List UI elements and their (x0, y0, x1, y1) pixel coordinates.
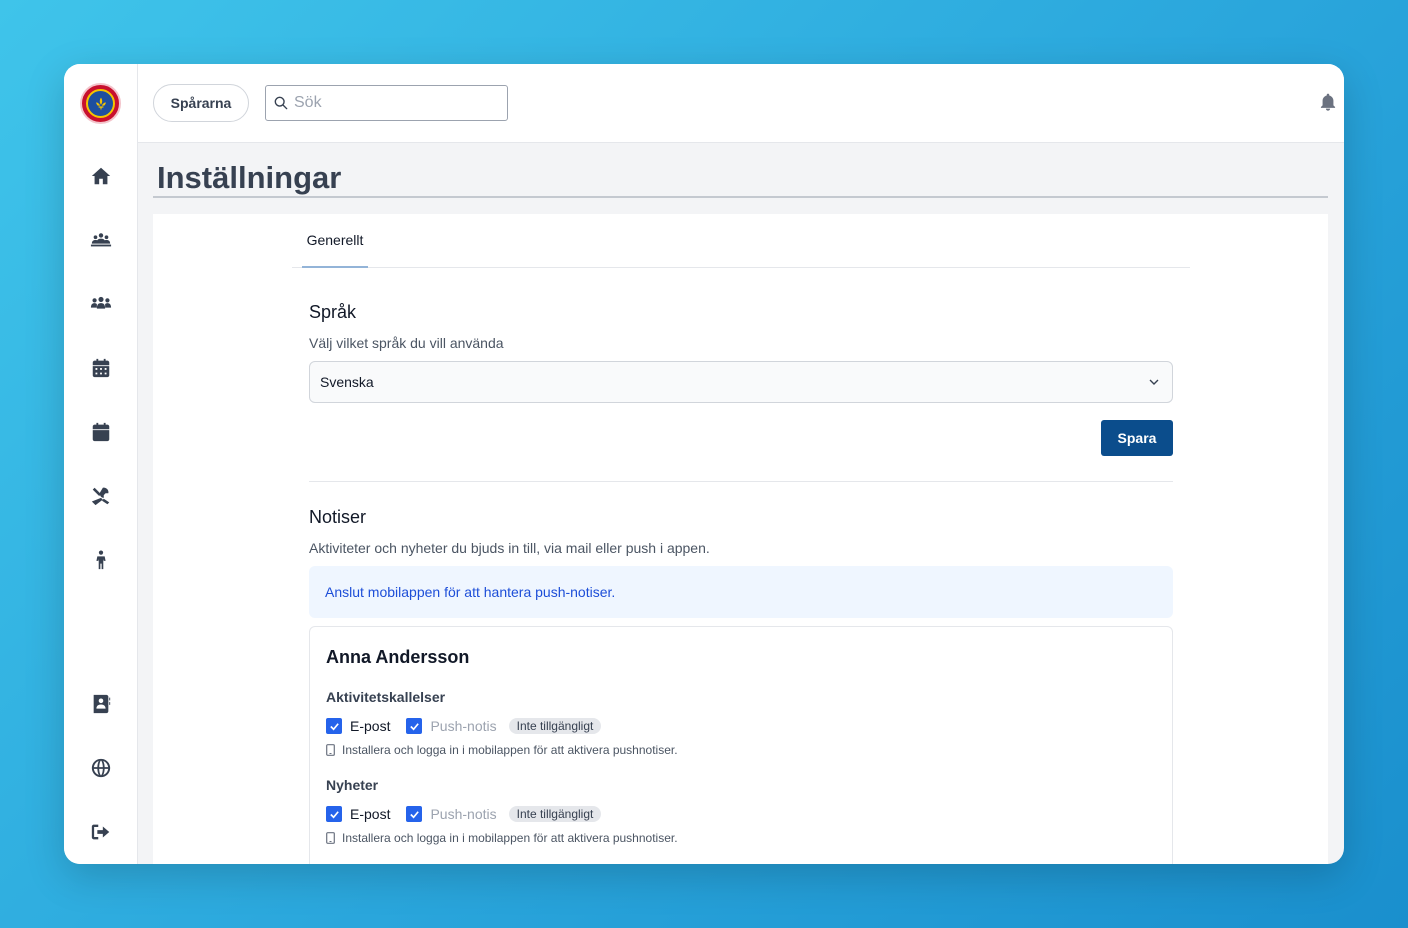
news-push-checkbox[interactable] (406, 806, 423, 822)
calendar-grid-icon (92, 358, 110, 378)
check-icon (329, 722, 339, 730)
news-push-label: Push-notis (430, 806, 497, 822)
sidebar (64, 64, 138, 864)
check-icon (410, 722, 419, 730)
activity-push-checkbox[interactable] (406, 718, 423, 734)
news-email-label: E-post (350, 806, 391, 822)
connect-app-info[interactable]: Anslut mobilappen för att hantera push-n… (309, 566, 1173, 618)
notifications-description: Aktiviteter och nyheter du bjuds in till… (309, 540, 710, 556)
language-description: Välj vilket språk du vill använda (309, 335, 504, 351)
save-button[interactable]: Spara (1101, 420, 1173, 456)
mobile-phone-icon (326, 744, 335, 756)
app-window: Spårarna AN Inställningar Generellt Språ… (64, 64, 1344, 864)
logout-icon (91, 824, 110, 840)
organization-logo[interactable] (80, 83, 121, 124)
contact-card-icon (93, 694, 111, 714)
sidebar-item-tools[interactable] (88, 483, 114, 509)
news-push-hint: Installera och logga in i mobilappen för… (326, 831, 678, 845)
check-icon (410, 810, 419, 818)
search-input[interactable] (294, 94, 494, 112)
mobile-phone-icon (326, 832, 335, 844)
activity-push-unavailable-badge: Inte tillgängligt (508, 718, 602, 734)
search-box[interactable] (265, 85, 508, 121)
people-icon (90, 296, 112, 309)
notifications-heading: Notiser (309, 507, 367, 527)
news-options: E-post Push-notis Inte tillgängligt (326, 804, 602, 824)
sidebar-item-language[interactable] (88, 755, 114, 781)
settings-content: Generellt Språk Välj vilket språk du vil… (153, 214, 1328, 864)
settings-tabs: Generellt (292, 214, 1190, 268)
group-icon (90, 233, 112, 247)
section-divider (309, 481, 1173, 482)
news-push-unavailable-badge: Inte tillgängligt (508, 806, 602, 822)
page-title: Inställningar (157, 160, 342, 195)
person-notification-card: Anna Andersson Aktivitetskallelser E-pos… (309, 626, 1173, 864)
organization-switcher-button[interactable]: Spårarna (153, 84, 249, 122)
sidebar-item-calendar[interactable] (88, 419, 114, 445)
connect-app-link[interactable]: Anslut mobilappen för att hantera push-n… (325, 584, 615, 600)
language-select[interactable]: Svenska (309, 361, 1173, 403)
activity-email-checkbox[interactable] (326, 718, 342, 734)
group-title-activity-invites: Aktivitetskallelser (326, 689, 446, 705)
sidebar-item-people[interactable] (88, 291, 114, 317)
group-title-news: Nyheter (326, 777, 379, 793)
sidebar-item-group[interactable] (88, 227, 114, 253)
language-select-value: Svenska (320, 374, 374, 390)
notifications-button[interactable] (1318, 92, 1340, 114)
check-icon (329, 810, 339, 818)
news-push-hint-text: Installera och logga in i mobilappen för… (342, 831, 678, 845)
search-icon (274, 96, 288, 110)
person-name: Anna Andersson (326, 647, 470, 667)
activity-push-hint: Installera och logga in i mobilappen för… (326, 743, 678, 757)
news-email-checkbox[interactable] (326, 806, 342, 822)
tab-general[interactable]: Generellt (302, 214, 368, 268)
calendar-icon (92, 422, 110, 442)
fleur-de-lis-icon (95, 97, 106, 110)
activity-push-hint-text: Installera och logga in i mobilappen för… (342, 743, 678, 757)
sidebar-item-contacts[interactable] (88, 691, 114, 717)
sidebar-item-person[interactable] (88, 547, 114, 573)
person-icon (96, 550, 106, 570)
bell-icon (1320, 93, 1336, 111)
language-heading: Språk (309, 302, 357, 322)
sidebar-item-home[interactable] (88, 163, 114, 189)
sidebar-item-calendar-grid[interactable] (88, 355, 114, 381)
top-bar: Spårarna AN (138, 64, 1344, 143)
title-divider (153, 196, 1328, 198)
activity-push-label: Push-notis (430, 718, 497, 734)
globe-icon (91, 758, 111, 778)
chevron-down-icon (1149, 379, 1159, 385)
home-icon (91, 167, 111, 185)
activity-email-label: E-post (350, 718, 391, 734)
activity-invites-options: E-post Push-notis Inte tillgängligt (326, 716, 602, 736)
logo-emblem (86, 89, 115, 118)
sidebar-item-logout[interactable] (88, 819, 114, 845)
tools-icon (91, 487, 110, 506)
